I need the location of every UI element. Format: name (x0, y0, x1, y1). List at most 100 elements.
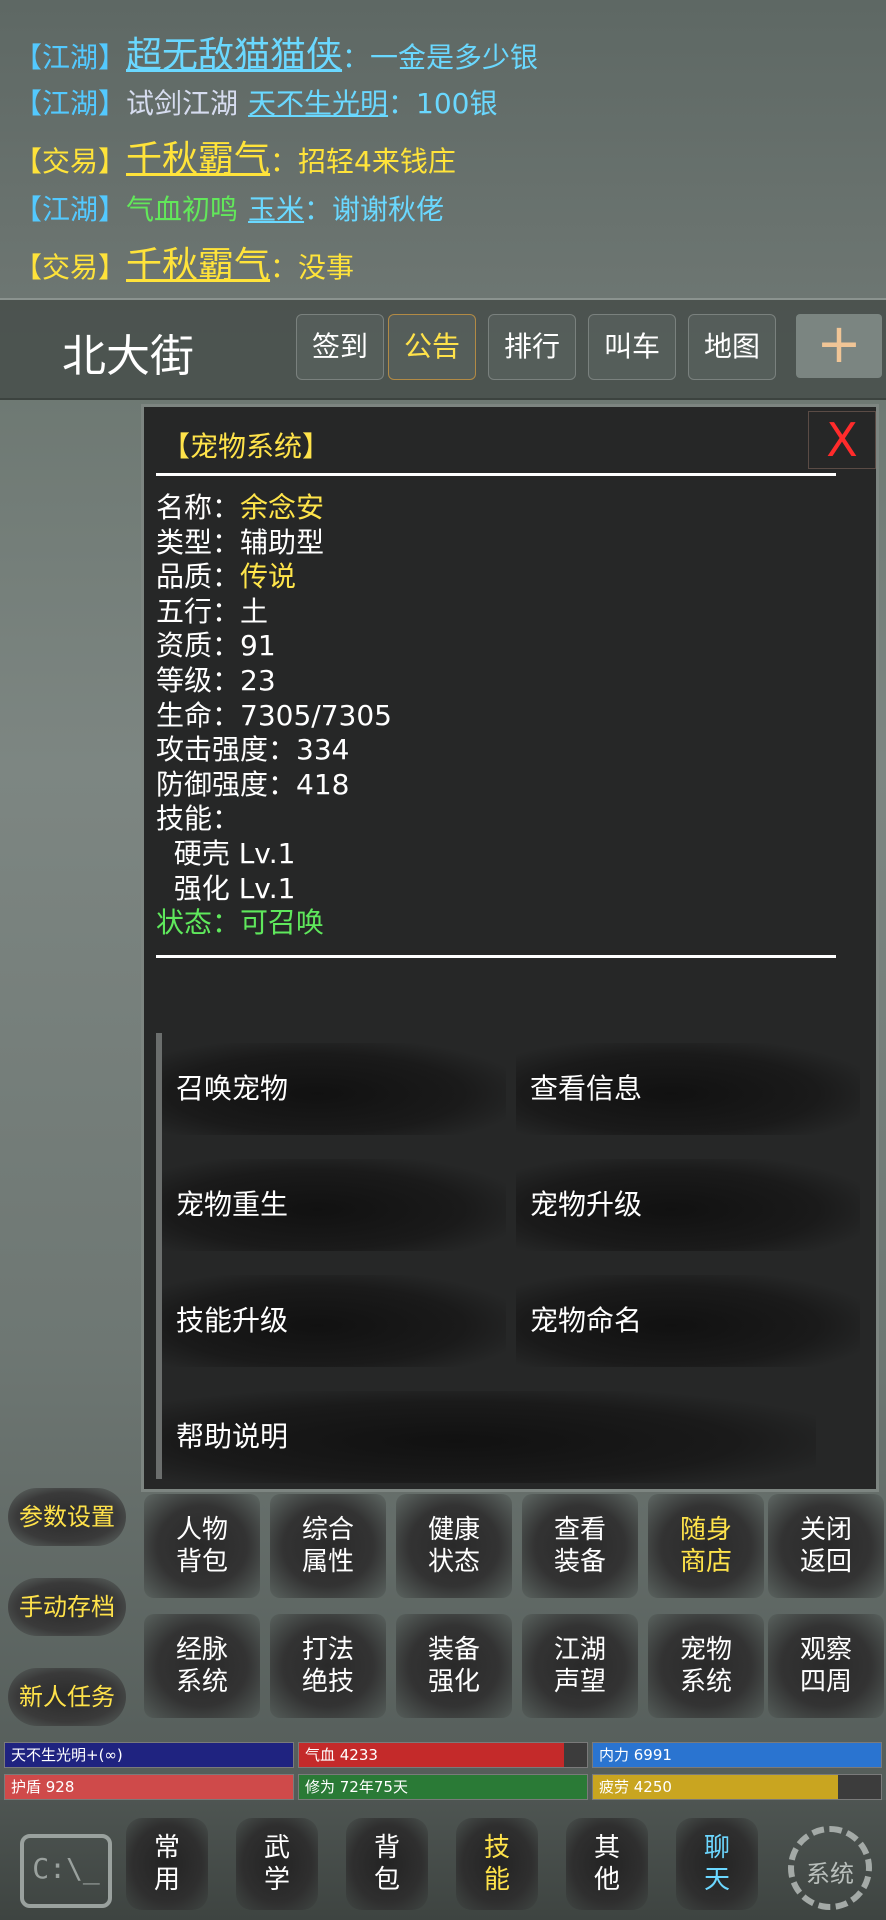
chat-channel-tag: 【交易】 (14, 251, 127, 284)
pet-info-label: 名称： (156, 491, 241, 524)
chat-channel-tag: 【江湖】 (14, 41, 127, 74)
menu-grid-button-line2: 系统 (175, 1667, 228, 1697)
chat-player-name[interactable]: 超无敌猫猫侠 (126, 35, 342, 76)
bottom-nav-tab-line1: 其 (593, 1833, 620, 1863)
pet-action-button[interactable]: 帮助说明 (162, 1391, 816, 1483)
pet-info-row: 类型：辅助型 (156, 526, 324, 560)
menu-grid-button[interactable]: 关闭 返回 (768, 1494, 884, 1598)
menu-grid-button-line2: 返回 (799, 1547, 852, 1577)
menu-grid-button[interactable]: 人物 背包 (144, 1494, 260, 1598)
menu-grid-button[interactable]: 综合 属性 (270, 1494, 386, 1598)
bottom-nav-tab-line1: 技 (483, 1833, 510, 1863)
bottom-nav-tab-line2: 学 (263, 1865, 290, 1895)
menu-grid-button-line1: 打法 (301, 1635, 354, 1665)
panel-title: 【宠物系统】 (162, 430, 331, 463)
bottom-nav-tab[interactable]: 技能 (456, 1818, 538, 1910)
chat-player-name[interactable]: 天不生光明 (248, 87, 388, 120)
menu-grid-button[interactable]: 健康 状态 (396, 1494, 512, 1598)
menu-grid-button-line1: 查看 (553, 1515, 606, 1545)
pet-action-button[interactable]: 宠物命名 (516, 1275, 860, 1367)
pet-info-row: 等级：23 (156, 664, 276, 698)
menu-grid-button-line1: 江湖 (553, 1635, 606, 1665)
menu-grid-button-line1: 综合 (301, 1515, 354, 1545)
divider (156, 955, 836, 958)
pet-info-row: 名称：余念安 (156, 491, 324, 525)
manual-save-button[interactable]: 手动存档 (8, 1578, 126, 1636)
menu-grid-button-line1: 装备 (427, 1635, 480, 1665)
top-button[interactable]: 公告 (388, 314, 476, 380)
menu-grid-button[interactable]: 江湖 声望 (522, 1614, 638, 1718)
bottom-nav-tab[interactable]: 武学 (236, 1818, 318, 1910)
chat-line: 【交易】千秋霸气：招轻4来钱庄 (14, 134, 456, 186)
chat-player-title: 试剑江湖 (126, 87, 239, 120)
bottom-nav-tab-line1: 聊 (703, 1833, 730, 1863)
chat-line: 【江湖】超无敌猫猫侠：一金是多少银 (14, 30, 538, 82)
pet-info-label: 五行： (156, 595, 241, 628)
pet-info-row: 防御强度：418 (156, 768, 349, 802)
close-button[interactable]: X (808, 411, 876, 469)
chat-line: 【交易】千秋霸气：没事 (14, 240, 354, 292)
status-bar-text: 疲劳 4250 (599, 1778, 672, 1796)
console-icon[interactable]: C:\_ (20, 1834, 112, 1908)
menu-grid-button-line2: 四周 (799, 1667, 852, 1697)
chat-player-name[interactable]: 玉米 (248, 193, 304, 226)
status-bar: 内力 6991 (592, 1742, 882, 1768)
pet-action-button[interactable]: 宠物重生 (162, 1159, 506, 1251)
menu-grid-button[interactable]: 打法 绝技 (270, 1614, 386, 1718)
menu-grid-button-line2: 系统 (679, 1667, 732, 1697)
chat-log[interactable]: 【江湖】超无敌猫猫侠：一金是多少银 【江湖】试剑江湖 天不生光明：100银 【交易】千… (0, 0, 886, 298)
top-button[interactable]: 叫车 (588, 314, 676, 380)
bottom-nav-tab-line2: 他 (593, 1865, 620, 1895)
menu-grid-button-line1: 随身 (679, 1515, 732, 1545)
pet-info-label: 资质： (156, 629, 241, 662)
menu-grid-button[interactable]: 查看 装备 (522, 1494, 638, 1598)
pet-info-value: 334 (296, 733, 350, 766)
bottom-nav: C:\_ 常用武学背包技能其他聊天 系统 (0, 1800, 886, 1920)
bottom-nav-tab[interactable]: 聊天 (676, 1818, 758, 1910)
newbie-quest-button[interactable]: 新人任务 (8, 1668, 126, 1726)
status-bar: 护盾 928 (4, 1774, 294, 1800)
pet-action-button[interactable]: 宠物升级 (516, 1159, 860, 1251)
pet-info-value: 23 (240, 664, 276, 697)
menu-grid-button[interactable]: 宠物 系统 (648, 1614, 764, 1718)
bottom-nav-tab-line1: 背 (373, 1833, 400, 1863)
pet-info-value: 7305/7305 (240, 699, 392, 732)
location-bar: 北大街 签到 公告 排行 叫车 地图 + (0, 298, 886, 400)
chat-player-name[interactable]: 千秋霸气 (126, 139, 270, 180)
add-button[interactable]: + (796, 314, 882, 378)
bottom-nav-tab-line1: 常 (153, 1833, 180, 1863)
status-bar: 修为 72年75天 (298, 1774, 588, 1800)
status-bar-text: 天不生光明+(∞) (11, 1746, 123, 1764)
bottom-nav-tab[interactable]: 背包 (346, 1818, 428, 1910)
chat-message: ：一金是多少银 (342, 41, 539, 74)
chat-message: ：没事 (270, 251, 355, 284)
top-button[interactable]: 签到 (296, 314, 384, 380)
menu-grid-button[interactable]: 观察 四周 (768, 1614, 884, 1718)
pet-info-value: 辅助型 (240, 526, 325, 559)
bottom-nav-tab[interactable]: 其他 (566, 1818, 648, 1910)
pet-info-label: 防御强度： (156, 768, 297, 801)
menu-grid-button[interactable]: 装备 强化 (396, 1614, 512, 1718)
pet-action-button[interactable]: 查看信息 (516, 1043, 860, 1135)
top-button[interactable]: 排行 (488, 314, 576, 380)
bottom-nav-tab[interactable]: 常用 (126, 1818, 208, 1910)
menu-grid-button-line1: 关闭 (799, 1515, 852, 1545)
pet-action-button[interactable]: 技能升级 (162, 1275, 506, 1367)
menu-grid-button-line1: 宠物 (679, 1635, 732, 1665)
menu-grid-button-line2: 商店 (679, 1547, 732, 1577)
settings-button[interactable]: 参数设置 (8, 1488, 126, 1546)
pet-info-row: 技能： (156, 802, 240, 836)
menu-grid-button-line1: 人物 (175, 1515, 228, 1545)
menu-grid-button[interactable]: 随身 商店 (648, 1494, 764, 1598)
top-button[interactable]: 地图 (688, 314, 776, 380)
status-bar-text: 修为 72年75天 (305, 1778, 408, 1796)
bottom-nav-tab-line1: 武 (263, 1833, 290, 1863)
menu-grid-button[interactable]: 经脉 系统 (144, 1614, 260, 1718)
menu-grid-button-line2: 属性 (301, 1547, 354, 1577)
pet-info-value: 418 (296, 768, 350, 801)
pet-info-label: 强化 Lv.1 (156, 872, 296, 905)
pet-action-button[interactable]: 召唤宠物 (162, 1043, 506, 1135)
system-gear-icon[interactable]: 系统 (788, 1826, 872, 1910)
chat-player-name[interactable]: 千秋霸气 (126, 245, 270, 286)
menu-grid-button-line1: 观察 (799, 1635, 852, 1665)
